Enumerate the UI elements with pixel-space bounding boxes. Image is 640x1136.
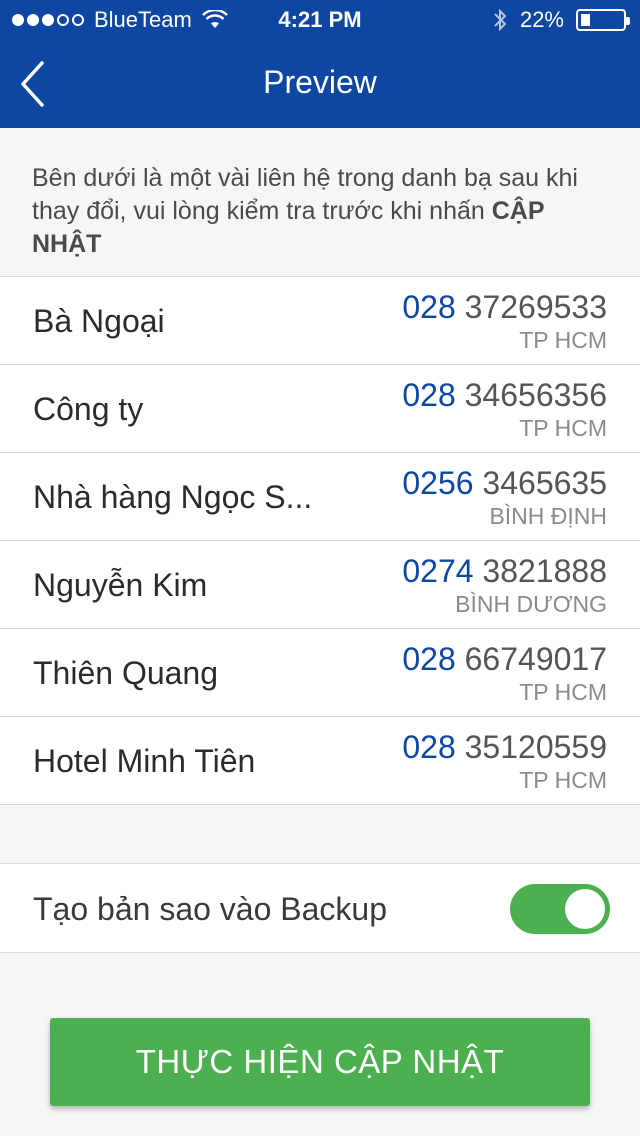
- phone-number: 66749017: [455, 641, 607, 677]
- area-code: 028: [402, 289, 456, 325]
- contact-list: Bà Ngoại 028 37269533 TP HCM Công ty 028…: [0, 276, 640, 805]
- phone-number: 34656356: [455, 377, 607, 413]
- top-bar: BlueTeam 4:21 PM 22% Preview: [0, 0, 640, 128]
- phone-number: 35120559: [455, 729, 607, 765]
- contact-row[interactable]: Công ty 028 34656356 TP HCM: [0, 365, 640, 453]
- contact-row[interactable]: Nguyễn Kim 0274 3821888 BÌNH DƯƠNG: [0, 541, 640, 629]
- contact-region: TP HCM: [519, 327, 607, 353]
- area-code: 028: [402, 641, 456, 677]
- navigation-bar: Preview: [0, 40, 640, 128]
- contact-phone: 028 37269533: [402, 289, 607, 326]
- contact-row[interactable]: Nhà hàng Ngọc S... 0256 3465635 BÌNH ĐỊN…: [0, 453, 640, 541]
- backup-setting-row: Tạo bản sao vào Backup: [0, 863, 640, 953]
- status-bar: BlueTeam 4:21 PM 22%: [0, 0, 640, 40]
- contact-phone: 028 34656356: [402, 377, 607, 414]
- area-code: 0274: [402, 553, 474, 589]
- contact-region: TP HCM: [519, 415, 607, 441]
- backup-label: Tạo bản sao vào Backup: [33, 891, 388, 927]
- contact-name: Nguyễn Kim: [33, 567, 208, 603]
- area-code: 028: [402, 729, 456, 765]
- update-button[interactable]: THỰC HIỆN CẬP NHẬT: [50, 1018, 590, 1106]
- phone-number: 37269533: [455, 289, 607, 325]
- battery-percent: 22%: [519, 7, 564, 32]
- backup-toggle[interactable]: [510, 884, 610, 934]
- battery-fill: [581, 14, 590, 26]
- contact-region: TP HCM: [519, 679, 607, 705]
- contact-row[interactable]: Hotel Minh Tiên 028 35120559 TP HCM: [0, 717, 640, 805]
- page-title: Preview: [263, 64, 377, 100]
- contact-name: Thiên Quang: [33, 655, 219, 691]
- contact-region: TP HCM: [519, 767, 607, 793]
- bluetooth-icon: [494, 8, 507, 32]
- contact-phone: 0256 3465635: [402, 465, 607, 502]
- contact-name: Công ty: [33, 391, 144, 427]
- battery-icon: [576, 9, 630, 31]
- phone-number: 3465635: [473, 465, 607, 501]
- contact-phone: 028 66749017: [402, 641, 607, 678]
- area-code: 028: [402, 377, 456, 413]
- contact-name: Bà Ngoại: [33, 303, 165, 339]
- contact-row[interactable]: Thiên Quang 028 66749017 TP HCM: [0, 629, 640, 717]
- toggle-knob: [565, 889, 605, 929]
- intro-message: Bên dưới là một vài liên hệ trong danh b…: [0, 128, 640, 276]
- contact-phone: 0274 3821888: [402, 553, 607, 590]
- phone-number: 3821888: [473, 553, 607, 589]
- area-code: 0256: [402, 465, 474, 501]
- contact-region: BÌNH ĐỊNH: [489, 503, 607, 529]
- contact-name: Hotel Minh Tiên: [33, 743, 256, 779]
- contact-region: BÌNH DƯƠNG: [455, 591, 607, 617]
- contact-phone: 028 35120559: [402, 729, 607, 766]
- contact-name: Nhà hàng Ngọc S...: [33, 479, 313, 515]
- contact-row[interactable]: Bà Ngoại 028 37269533 TP HCM: [0, 277, 640, 365]
